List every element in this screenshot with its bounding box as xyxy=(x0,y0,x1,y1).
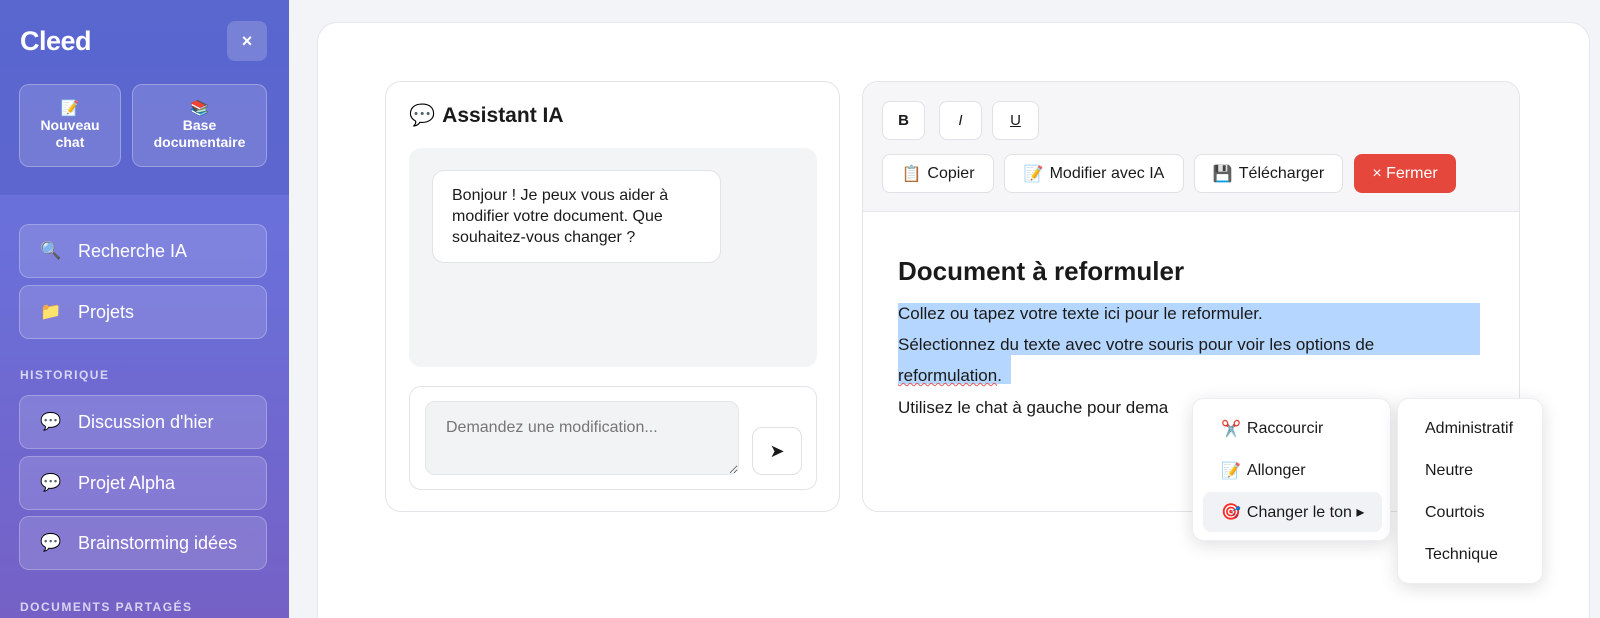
document-title: Document à reformuler xyxy=(898,256,1185,286)
assistant-title: 💬 Assistant IA xyxy=(409,104,564,128)
sidebar-item-ai-search[interactable]: 🔍 Recherche IA xyxy=(19,224,267,278)
editor-toolbar: B I U 📋 Copier 📝 Modifier avec IA 💾 Télé… xyxy=(863,82,1519,212)
download-label: Télécharger xyxy=(1238,164,1325,182)
misspelled-word: reformulation xyxy=(898,366,998,385)
menu-item-label: Allonger xyxy=(1246,462,1306,479)
clipboard-icon: 📋 xyxy=(901,165,922,183)
tone-submenu: Administratif Neutre Courtois Technique xyxy=(1397,398,1543,584)
menu-item-shorten[interactable]: ✂️ Raccourcir xyxy=(1203,409,1382,449)
download-button[interactable]: 💾 Télécharger xyxy=(1194,154,1343,193)
chat-input[interactable] xyxy=(425,401,739,475)
menu-item-label: Raccourcir xyxy=(1246,420,1324,437)
document-base-label: Base documentaire xyxy=(153,116,246,150)
sidebar-item-label: Recherche IA xyxy=(78,240,188,261)
reformulation-context-menu: ✂️ Raccourcir 📝 Allonger 🎯 Changer le to… xyxy=(1192,398,1391,541)
tone-option[interactable]: Courtois xyxy=(1425,504,1485,522)
sidebar: Cleed × 📝 Nouveau chat 📚 Base documentai… xyxy=(0,0,289,618)
books-icon: 📚 xyxy=(190,99,209,117)
document-base-button[interactable]: 📚 Base documentaire xyxy=(132,84,267,167)
bold-button[interactable]: B xyxy=(882,101,925,140)
speech-bubble-icon: 💬 xyxy=(409,104,436,127)
brand-logo: Cleed xyxy=(20,26,92,56)
document-line[interactable]: Utilisez le chat à gauche pour dema xyxy=(898,392,1168,423)
history-item[interactable]: 💬 Brainstorming idées xyxy=(19,516,267,570)
memo-icon: 📝 xyxy=(1023,165,1044,183)
copy-button[interactable]: 📋 Copier xyxy=(882,154,994,193)
tone-option[interactable]: Administratif xyxy=(1425,420,1513,438)
line-end: . xyxy=(997,366,1002,385)
italic-button[interactable]: I xyxy=(939,101,982,140)
close-editor-button[interactable]: × Fermer xyxy=(1354,154,1456,193)
speech-bubble-icon: 💬 xyxy=(40,533,62,552)
tone-option[interactable]: Technique xyxy=(1425,546,1498,564)
history-item[interactable]: 💬 Discussion d'hier xyxy=(19,395,267,449)
copy-label: Copier xyxy=(927,164,975,182)
new-chat-button[interactable]: 📝 Nouveau chat xyxy=(19,84,121,167)
sidebar-item-label: Projets xyxy=(78,301,135,322)
send-button[interactable]: ➤ xyxy=(752,427,802,475)
assistant-message: Bonjour ! Je peux vous aider à modifier … xyxy=(432,170,721,263)
modify-with-ai-label: Modifier avec IA xyxy=(1049,164,1165,182)
underline-button[interactable]: U xyxy=(992,101,1039,140)
history-section-label: HISTORIQUE xyxy=(20,368,110,382)
document-line[interactable]: reformulation. xyxy=(898,360,1002,391)
shared-documents-section-label: DOCUMENTS PARTAGÉS xyxy=(20,600,193,614)
history-item-label: Projet Alpha xyxy=(78,472,176,493)
close-sidebar-button[interactable]: × xyxy=(227,21,267,61)
memo-icon: 📝 xyxy=(1221,463,1241,480)
chat-input-container: ➤ xyxy=(409,386,817,490)
history-item-label: Brainstorming idées xyxy=(78,532,238,553)
floppy-disk-icon: 💾 xyxy=(1212,165,1233,183)
history-item[interactable]: 💬 Projet Alpha xyxy=(19,456,267,510)
new-chat-label: Nouveau chat xyxy=(40,116,100,150)
assistant-title-text: Assistant IA xyxy=(442,104,564,127)
scissors-icon: ✂️ xyxy=(1221,421,1241,438)
document-line[interactable]: Collez ou tapez votre texte ici pour le … xyxy=(898,298,1263,329)
chat-messages-area: Bonjour ! Je peux vous aider à modifier … xyxy=(409,148,817,367)
speech-bubble-icon: 💬 xyxy=(40,412,62,431)
document-line[interactable]: Sélectionnez du texte avec votre souris … xyxy=(898,329,1374,360)
history-item-label: Discussion d'hier xyxy=(78,411,214,432)
menu-item-change-tone[interactable]: 🎯 Changer le ton ▸ xyxy=(1203,492,1382,532)
folder-icon: 📁 xyxy=(40,302,62,321)
menu-item-lengthen[interactable]: 📝 Allonger xyxy=(1203,451,1382,491)
target-icon: 🎯 xyxy=(1221,504,1241,521)
memo-icon: 📝 xyxy=(60,99,80,117)
tone-option[interactable]: Neutre xyxy=(1425,462,1473,480)
assistant-panel: 💬 Assistant IA Bonjour ! Je peux vous ai… xyxy=(385,81,840,512)
send-icon: ➤ xyxy=(769,440,785,461)
sidebar-item-projects[interactable]: 📁 Projets xyxy=(19,285,267,339)
menu-item-label: Changer le ton ▸ xyxy=(1246,504,1365,521)
search-icon: 🔍 xyxy=(40,241,62,260)
speech-bubble-icon: 💬 xyxy=(40,473,62,492)
modify-with-ai-button[interactable]: 📝 Modifier avec IA xyxy=(1004,154,1184,193)
